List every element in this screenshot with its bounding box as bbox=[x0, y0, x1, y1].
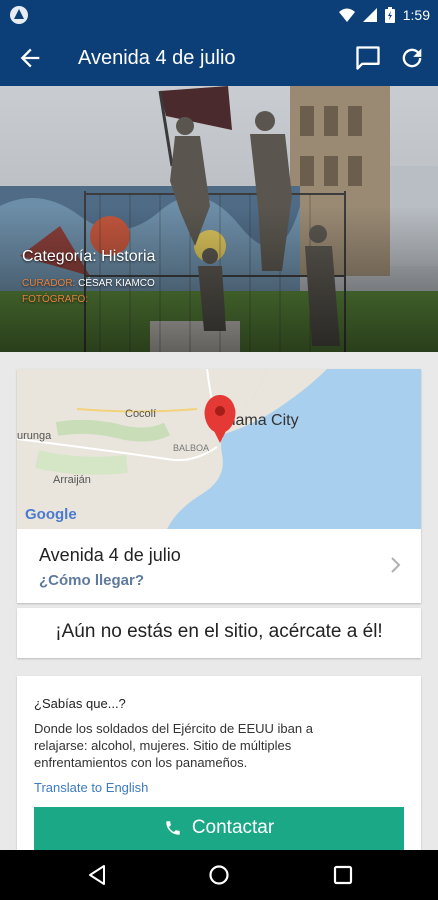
phone-icon bbox=[166, 821, 180, 835]
signal-icon bbox=[362, 8, 377, 22]
translate-link[interactable]: Translate to English bbox=[34, 780, 148, 795]
status-bar: 1:59 bbox=[0, 0, 438, 30]
wifi-icon bbox=[338, 8, 355, 22]
nav-recents-icon[interactable] bbox=[332, 864, 354, 886]
page-title: Avenida 4 de julio bbox=[78, 47, 236, 69]
contact-label: Contactar bbox=[191, 817, 275, 838]
hero-category: Categoría: Historia bbox=[22, 248, 156, 265]
info-question: ¿Sabías que...? bbox=[34, 696, 126, 711]
hero-image: Categoría: Historia CURADOR: CÉSAR KIAMC… bbox=[0, 86, 438, 352]
system-nav-bar bbox=[0, 850, 438, 900]
location-name: Avenida 4 de julio bbox=[39, 545, 181, 565]
nav-home-icon[interactable] bbox=[208, 864, 230, 886]
back-arrow-icon[interactable] bbox=[16, 44, 44, 72]
status-time: 1:59 bbox=[402, 7, 430, 23]
hero-photographer: FOTÓGRAFO: bbox=[22, 294, 88, 305]
chevron-right-icon[interactable] bbox=[389, 555, 403, 575]
nav-back-icon[interactable] bbox=[86, 864, 108, 886]
refresh-icon[interactable] bbox=[398, 44, 426, 72]
photographer-label: FOTÓGRAFO: bbox=[22, 294, 89, 305]
curator-name: CÉSAR KIAMCO bbox=[78, 278, 155, 289]
comment-icon[interactable] bbox=[354, 44, 382, 72]
map-label-urunga: urunga bbox=[17, 430, 52, 442]
curator-label: CURADOR: bbox=[22, 278, 76, 289]
app-bar: Avenida 4 de julio bbox=[0, 30, 438, 86]
battery-icon bbox=[384, 7, 395, 23]
proximity-notice: ¡Aún no estás en el sitio, acércate a él… bbox=[17, 608, 421, 658]
map-label-arraijan: Arraiján bbox=[53, 474, 91, 486]
map-label-balboa: BALBOA bbox=[173, 443, 209, 453]
directions-link[interactable]: ¿Cómo llegar? bbox=[39, 572, 144, 589]
map-label-cocoli: Cocolí bbox=[125, 408, 156, 420]
notice-text: ¡Aún no estás en el sitio, acércate a él… bbox=[55, 621, 383, 642]
map-graphic: Cocolí Arraiján urunga BALBOA Panama Cit… bbox=[17, 369, 421, 529]
location-card: Cocolí Arraiján urunga BALBOA Panama Cit… bbox=[17, 369, 421, 603]
map-brand: Google bbox=[25, 506, 77, 523]
hero-curator: CURADOR: CÉSAR KIAMCO bbox=[22, 278, 155, 289]
map-view[interactable]: Cocolí Arraiján urunga BALBOA Panama Cit… bbox=[17, 369, 421, 529]
status-indicators: 1:59 bbox=[338, 4, 430, 26]
monument-photo bbox=[0, 86, 438, 352]
app-notification-icon bbox=[10, 6, 28, 24]
info-card: ¿Sabías que...? Donde los soldados del E… bbox=[17, 676, 421, 866]
info-body: Donde los soldados del Ejército de EEUU … bbox=[34, 721, 313, 770]
